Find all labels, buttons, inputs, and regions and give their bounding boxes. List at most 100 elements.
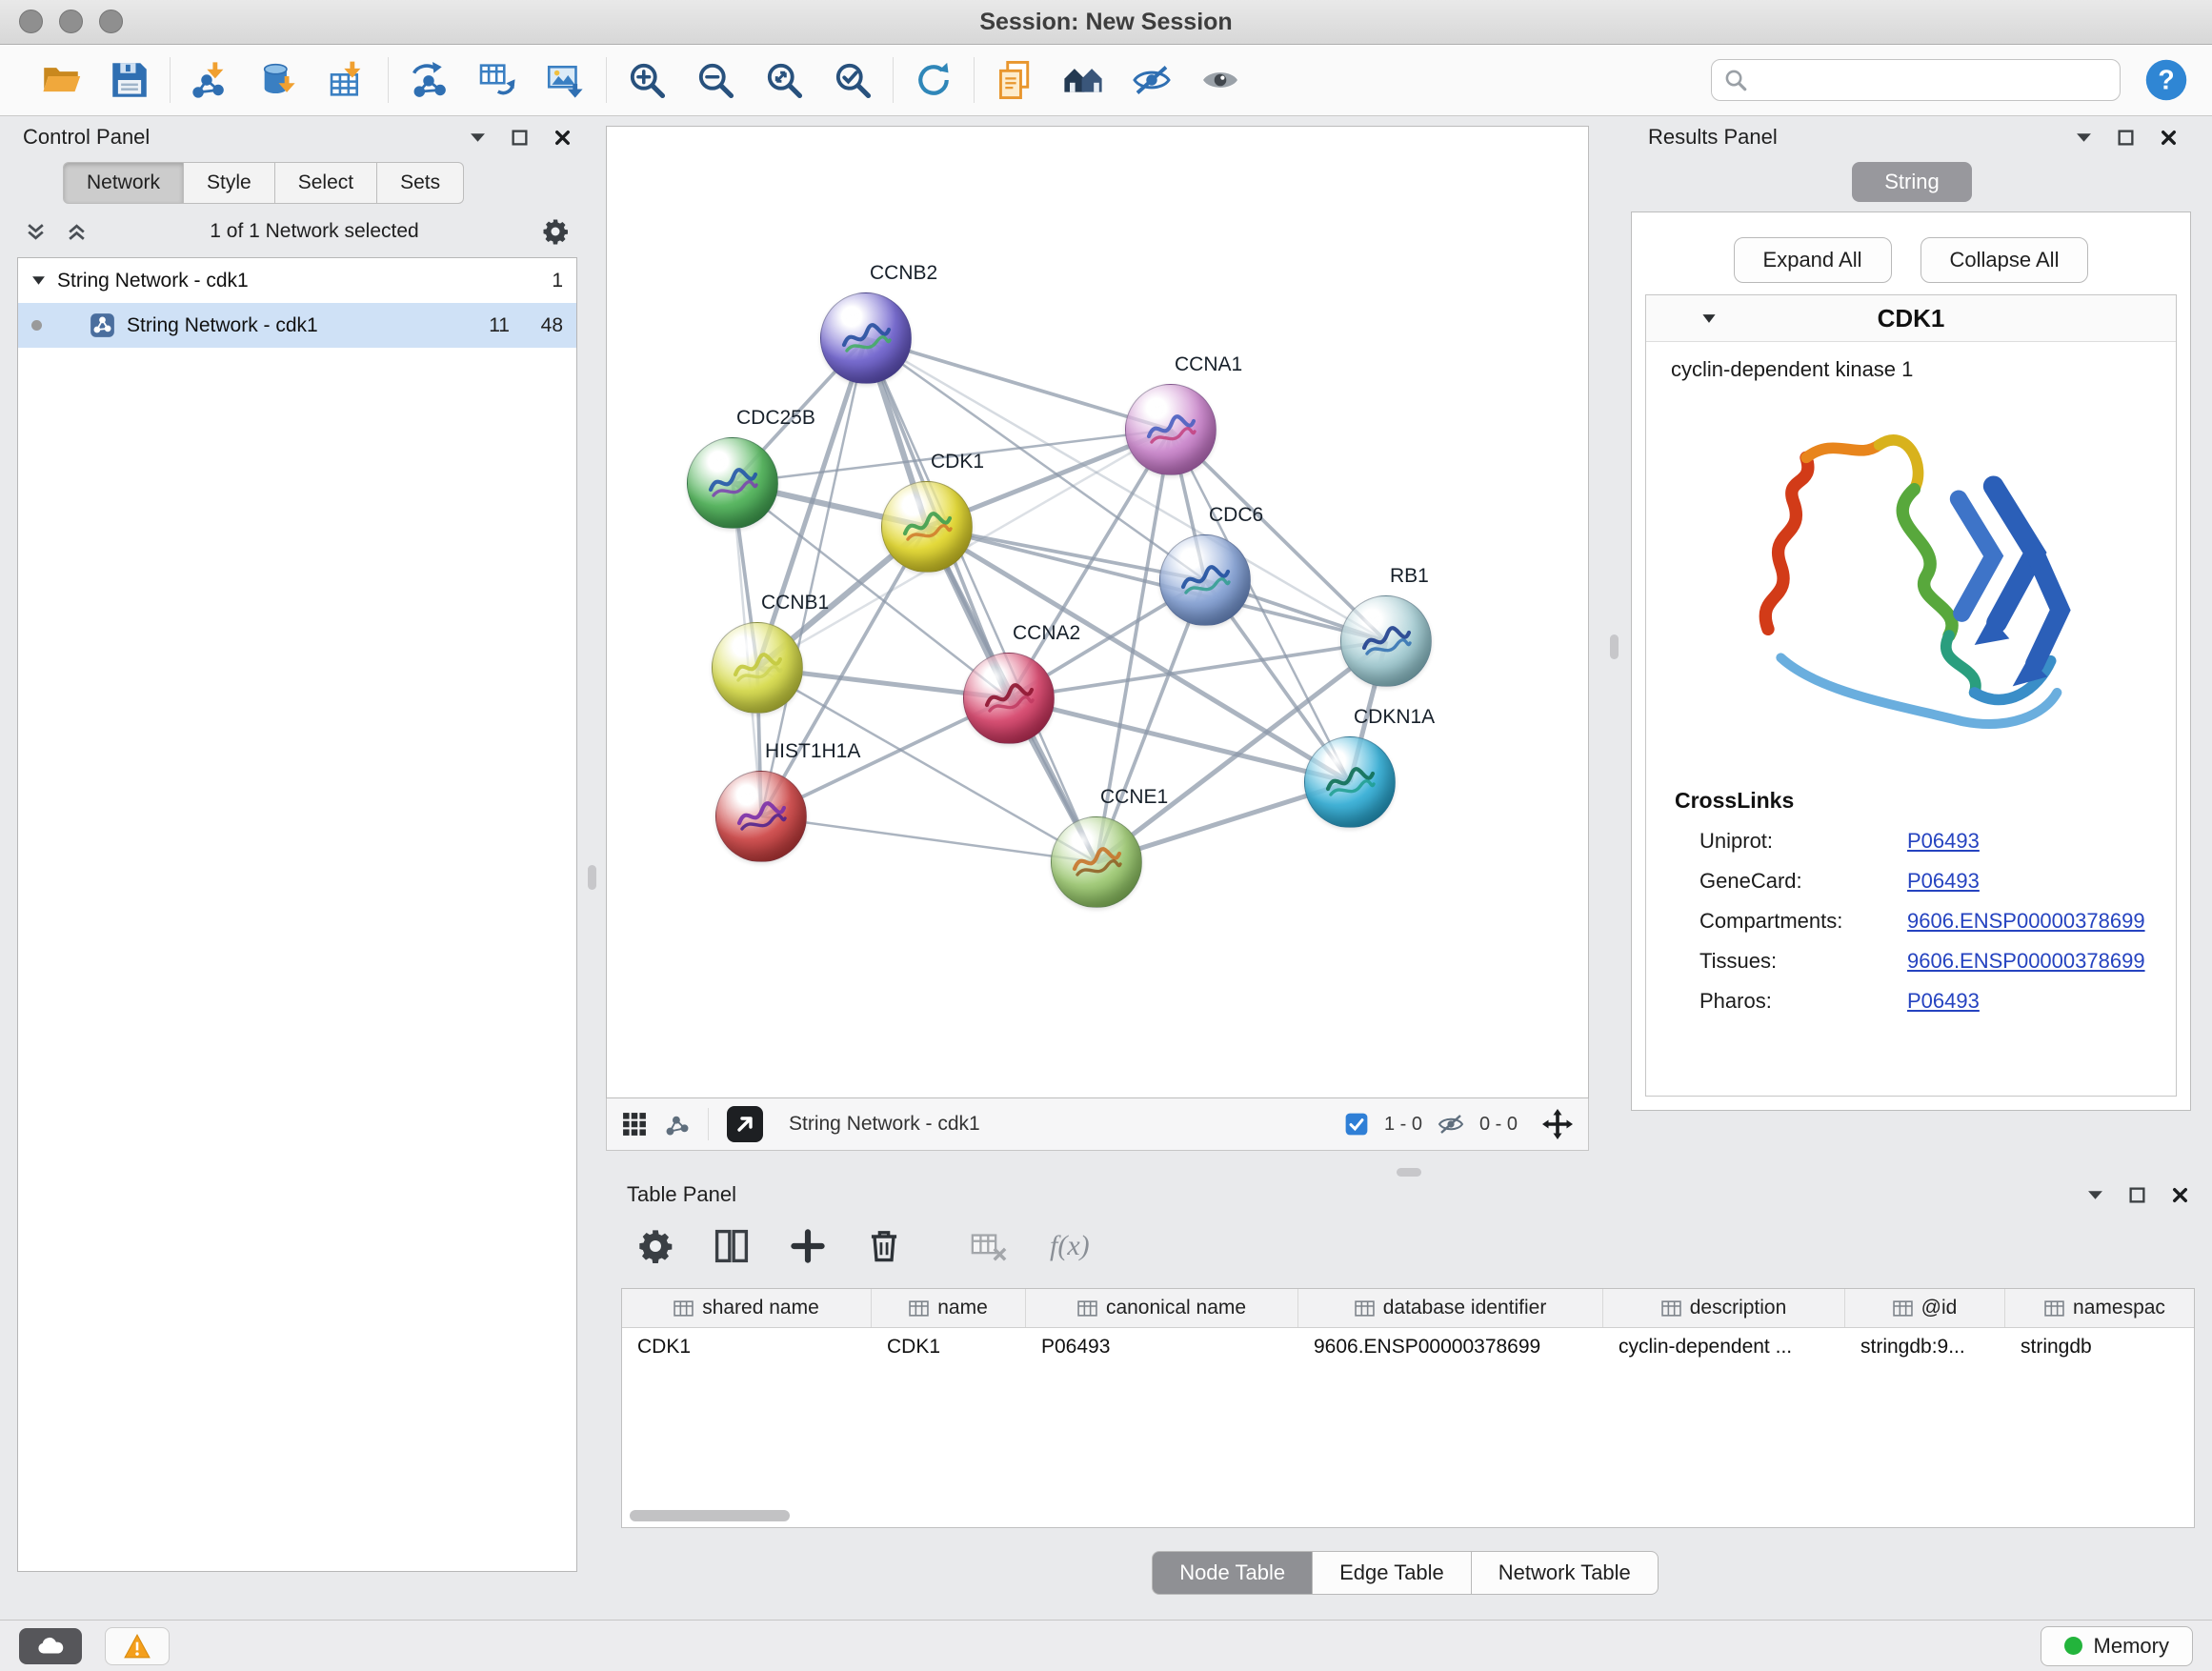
hide-selected-eye-button[interactable] [1129, 57, 1175, 103]
pan-move-icon[interactable] [1542, 1109, 1573, 1139]
network-row[interactable]: String Network - cdk1 11 48 [18, 303, 576, 348]
warning-button[interactable] [105, 1627, 170, 1665]
refresh-view-button[interactable] [911, 57, 956, 103]
maximize-panel-icon[interactable] [2117, 129, 2135, 147]
network-edge-CCNB2-CCNA1[interactable] [866, 338, 1171, 430]
import-network-database-button[interactable] [256, 57, 302, 103]
network-edge-HIST1H1A-CCNE1[interactable] [761, 816, 1096, 862]
tab-select[interactable]: Select [275, 162, 377, 204]
window-zoom-button[interactable] [99, 10, 123, 33]
export-image-button[interactable] [543, 57, 589, 103]
float-panel-icon[interactable] [2076, 132, 2092, 143]
detach-view-button[interactable] [726, 1105, 764, 1143]
column-header-database-identifier[interactable]: database identifier [1298, 1289, 1603, 1327]
network-node-RB1[interactable] [1340, 595, 1432, 687]
table-settings-gear-button[interactable] [634, 1225, 676, 1267]
node-label-CCNB2: CCNB2 [870, 262, 937, 285]
column-header-description[interactable]: description [1603, 1289, 1845, 1327]
network-node-CCNE1[interactable] [1051, 816, 1142, 908]
network-edge-CCNB2-CCNE1[interactable] [866, 338, 1096, 862]
right-splitter-handle[interactable] [1610, 634, 1619, 659]
help-button[interactable]: ? [2142, 55, 2191, 105]
node-table[interactable]: shared namenamecanonical namedatabase id… [621, 1288, 2195, 1528]
crosslink-link[interactable]: P06493 [1907, 869, 1980, 894]
string-results-tab[interactable]: String [1852, 162, 1971, 202]
tab-edge-table[interactable]: Edge Table [1313, 1551, 1472, 1595]
expand-all-button[interactable]: Expand All [1734, 237, 1892, 283]
save-session-button[interactable] [107, 57, 152, 103]
zoom-out-button[interactable] [693, 57, 738, 103]
network-options-gear-icon[interactable] [541, 217, 570, 246]
scrollbar-thumb[interactable] [630, 1510, 790, 1521]
tab-node-table[interactable]: Node Table [1152, 1551, 1313, 1595]
column-header-shared-name[interactable]: shared name [622, 1289, 872, 1327]
crosslink-link[interactable]: P06493 [1907, 989, 1980, 1014]
expand-all-networks-icon[interactable] [66, 222, 88, 242]
overview-houses-button[interactable] [1060, 57, 1106, 103]
show-all-eye-button[interactable] [1197, 57, 1243, 103]
create-column-button[interactable] [787, 1225, 829, 1267]
tab-network[interactable]: Network [63, 162, 184, 204]
crosslink-link[interactable]: P06493 [1907, 829, 1980, 854]
function-builder-button[interactable]: f(x) [1050, 1230, 1090, 1262]
window-close-button[interactable] [19, 10, 43, 33]
copy-document-button[interactable] [992, 57, 1037, 103]
tab-sets[interactable]: Sets [377, 162, 464, 204]
crosslink-link[interactable]: 9606.ENSP00000378699 [1907, 949, 2145, 974]
zoom-selected-button[interactable] [830, 57, 875, 103]
collapse-section-icon[interactable] [1701, 313, 1717, 324]
network-node-CCNA2[interactable] [963, 653, 1055, 744]
search-input[interactable] [1756, 68, 2108, 92]
tab-style[interactable]: Style [184, 162, 275, 204]
zoom-fit-button[interactable] [761, 57, 807, 103]
table-horizontal-scrollbar[interactable] [630, 1510, 2170, 1521]
search-input-container[interactable] [1711, 59, 2121, 101]
new-table-button[interactable] [474, 57, 520, 103]
table-row[interactable]: CDK1CDK1P064939606.ENSP00000378699cyclin… [622, 1328, 2194, 1366]
column-header-canonical-name[interactable]: canonical name [1026, 1289, 1298, 1327]
selected-checkbox-icon[interactable] [1344, 1112, 1369, 1137]
network-edge-CDK1-RB1[interactable] [927, 527, 1386, 641]
cloud-button[interactable] [19, 1628, 82, 1664]
float-panel-icon[interactable] [470, 132, 486, 143]
maximize-panel-icon[interactable] [511, 129, 529, 147]
maximize-panel-icon[interactable] [2128, 1186, 2146, 1204]
column-header-namespac[interactable]: namespac [2005, 1289, 2195, 1327]
tree-expander-icon[interactable] [31, 275, 46, 286]
tab-network-table[interactable]: Network Table [1472, 1551, 1659, 1595]
crosslink-link[interactable]: 9606.ENSP00000378699 [1907, 909, 2145, 934]
network-node-CCNA1[interactable] [1125, 384, 1217, 475]
network-collection-row[interactable]: String Network - cdk1 1 [18, 258, 576, 303]
network-node-CDKN1A[interactable] [1304, 736, 1396, 828]
memory-button[interactable]: Memory [2041, 1626, 2193, 1666]
left-splitter-handle[interactable] [588, 865, 596, 890]
network-view-icon[interactable] [664, 1111, 691, 1137]
import-table-file-button[interactable] [325, 57, 371, 103]
column-header-name[interactable]: name [872, 1289, 1026, 1327]
new-network-button[interactable] [406, 57, 452, 103]
network-node-CDC25B[interactable] [687, 437, 778, 529]
close-panel-icon[interactable] [553, 129, 572, 147]
open-session-button[interactable] [38, 57, 84, 103]
column-header--id[interactable]: @id [1845, 1289, 2005, 1327]
network-node-CCNB2[interactable] [820, 292, 912, 384]
show-columns-button[interactable] [711, 1225, 753, 1267]
close-panel-icon[interactable] [2160, 129, 2178, 147]
window-minimize-button[interactable] [59, 10, 83, 33]
collapse-all-button[interactable]: Collapse All [1920, 237, 2089, 283]
hidden-eye-icon[interactable] [1438, 1113, 1464, 1136]
network-node-CCNB1[interactable] [712, 622, 803, 714]
zoom-in-button[interactable] [624, 57, 670, 103]
protein-card-header[interactable]: CDK1 [1646, 295, 2176, 342]
delete-column-button[interactable] [863, 1225, 905, 1267]
network-node-HIST1H1A[interactable] [715, 771, 807, 862]
float-panel-icon[interactable] [2087, 1190, 2103, 1200]
grid-view-icon[interactable] [622, 1112, 647, 1137]
close-panel-icon[interactable] [2171, 1186, 2189, 1204]
collapse-all-networks-icon[interactable] [25, 222, 47, 242]
network-view-canvas[interactable]: CCNB2 CCNA1 CDC25B CDK1 CDC6 RB1 CCNB1 C… [606, 126, 1589, 1098]
network-node-CDC6[interactable] [1159, 534, 1251, 626]
import-network-file-button[interactable] [188, 57, 233, 103]
network-node-CDK1[interactable] [881, 481, 973, 573]
clear-table-button[interactable] [968, 1225, 1010, 1267]
